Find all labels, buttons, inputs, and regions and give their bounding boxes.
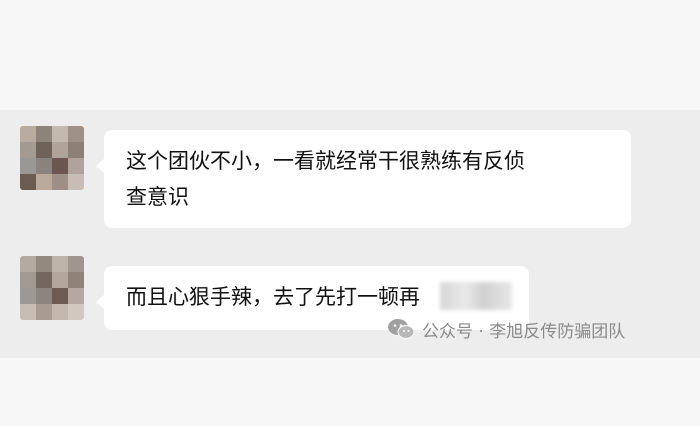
avatar-pixel	[20, 174, 36, 190]
message-line: 查意识	[126, 185, 189, 209]
avatar-pixel	[52, 272, 68, 288]
avatar-pixel	[68, 158, 84, 174]
avatar-pixel	[68, 304, 84, 320]
avatar-pixel	[20, 272, 36, 288]
message-line: 这个团伙不小，一看就经常干很熟练有反侦	[126, 149, 525, 173]
avatar-pixel	[36, 142, 52, 158]
avatar-pixel	[52, 304, 68, 320]
avatar-pixel	[20, 126, 36, 142]
avatar-pixel	[68, 288, 84, 304]
avatar-pixel	[36, 126, 52, 142]
avatar-pixel	[52, 142, 68, 158]
avatar-pixel	[52, 256, 68, 272]
avatar-pixel	[20, 142, 36, 158]
avatar-pixel	[36, 256, 52, 272]
avatar-pixel	[68, 142, 84, 158]
wechat-icon	[388, 319, 415, 340]
avatar-pixel	[52, 126, 68, 142]
sender-avatar[interactable]	[20, 256, 84, 320]
avatar-pixel	[68, 174, 84, 190]
message-bubble[interactable]: 这个团伙不小，一看就经常干很熟练有反侦 查意识	[96, 130, 631, 228]
avatar-pixel	[52, 288, 68, 304]
avatar-pixel	[36, 174, 52, 190]
avatar-pixel	[36, 272, 52, 288]
avatar-pixel	[20, 304, 36, 320]
avatar-pixel	[36, 304, 52, 320]
bottom-blank-area	[0, 358, 700, 426]
avatar-pixel	[68, 126, 84, 142]
watermark-text: 公众号 · 李旭反传防骗团队	[422, 321, 626, 342]
avatar-pixel	[52, 174, 68, 190]
avatar-pixel	[20, 256, 36, 272]
avatar-pixel	[20, 158, 36, 174]
redaction-blur	[440, 282, 512, 310]
avatar-pixel	[52, 158, 68, 174]
avatar-pixel	[36, 158, 52, 174]
avatar-pixel	[36, 288, 52, 304]
top-blank-area	[0, 0, 700, 110]
avatar-pixel	[68, 272, 84, 288]
watermark: 公众号 · 李旭反传防骗团队	[386, 314, 625, 344]
avatar-pixel	[20, 288, 36, 304]
avatar-pixel	[68, 256, 84, 272]
sender-avatar[interactable]	[20, 126, 84, 190]
